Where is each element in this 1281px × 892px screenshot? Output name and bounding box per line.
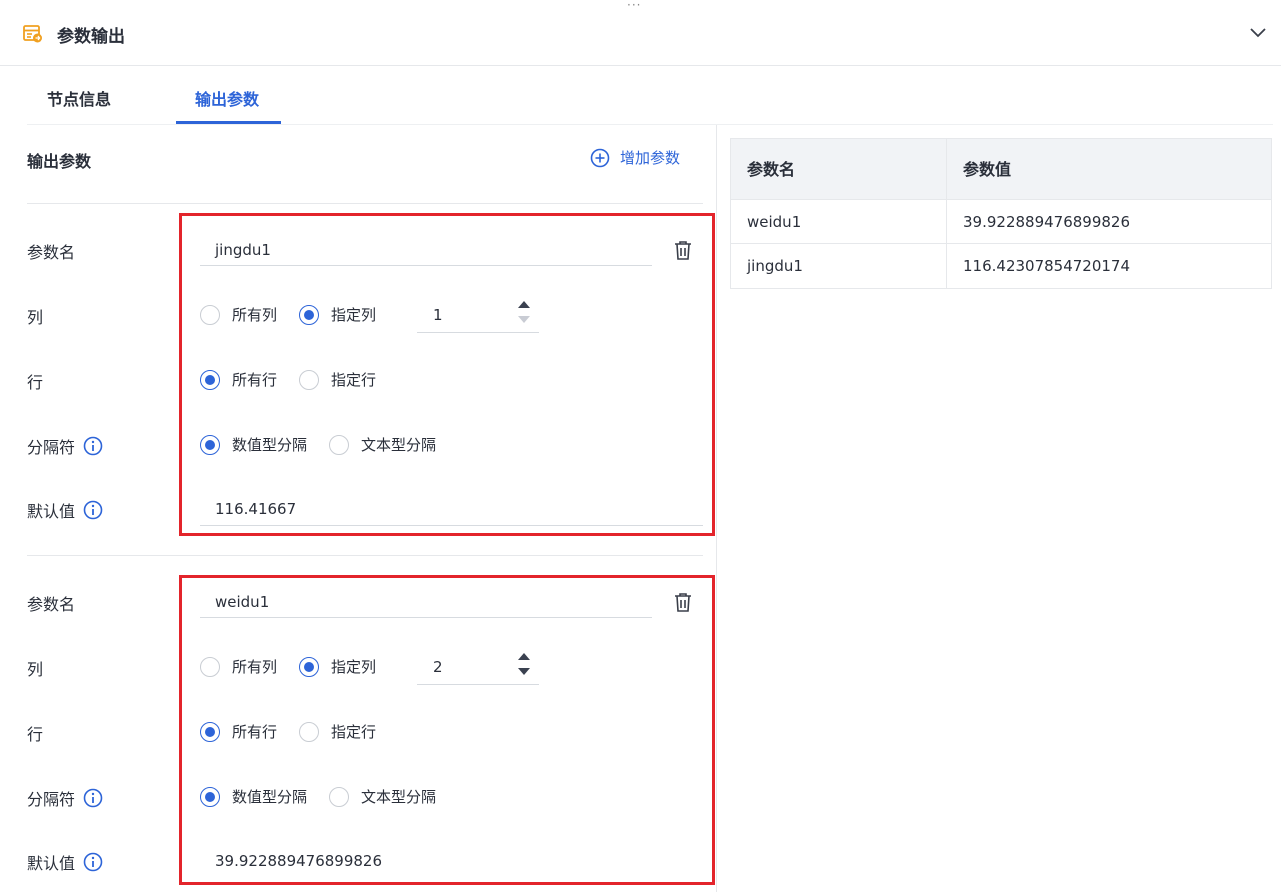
radio-circle-selected: [299, 304, 320, 325]
tab-bar: 节点信息 输出参数: [27, 66, 1273, 125]
param-name-label: 参数名: [27, 595, 76, 614]
param-name-label: 参数名: [27, 243, 76, 262]
default-label: 默认值: [27, 850, 103, 874]
output-preview-table: 参数名 参数值 weidu1 39.922889476899826 jingdu…: [730, 138, 1272, 289]
trash-icon[interactable]: [672, 239, 694, 261]
column-radio-group: 所有列 指定列: [200, 656, 398, 677]
radio-circle-selected: [200, 369, 220, 390]
column-number-stepper[interactable]: 1: [417, 299, 539, 333]
chevron-down-icon[interactable]: [1249, 25, 1267, 39]
param-name-input[interactable]: jingdu1: [200, 234, 652, 266]
stepper-up-icon[interactable]: [517, 651, 531, 661]
output-params-editor: 输出参数 增加参数 参数名 jingdu1 列 所有列 指定列 1 行 所有行 …: [0, 125, 717, 892]
radio-circle-selected: [200, 721, 220, 742]
radio-circle: [299, 721, 320, 742]
table-header: 参数名 参数值: [731, 139, 1271, 200]
table-cell: jingdu1: [731, 244, 947, 288]
stepper-down-icon[interactable]: [517, 667, 531, 677]
table-output-icon: [23, 25, 42, 43]
radio-circle: [200, 656, 220, 677]
table-cell: 116.42307854720174: [963, 257, 1131, 275]
table-cell: weidu1: [731, 200, 947, 243]
plus-circle-icon: [590, 148, 610, 167]
column-number-value: 1: [433, 306, 443, 324]
info-icon[interactable]: [83, 852, 103, 872]
separator-radio-group: 数值型分隔 文本型分隔: [200, 786, 458, 807]
row-radio-group: 所有行 指定行: [200, 369, 398, 390]
radio-circle: [200, 304, 220, 325]
radio-all-columns[interactable]: 所有列: [200, 304, 277, 325]
trash-icon[interactable]: [672, 591, 694, 613]
param-block-weidu1: 参数名 weidu1 列 所有列 指定列 2 行 所有行 指定行 分隔符 数值型…: [0, 567, 717, 892]
radio-numeric-separator[interactable]: 数值型分隔: [200, 434, 307, 455]
radio-text-separator[interactable]: 文本型分隔: [329, 434, 436, 455]
param-name-input[interactable]: weidu1: [200, 586, 652, 618]
info-icon[interactable]: [83, 500, 103, 520]
radio-specific-column[interactable]: 指定列: [299, 656, 376, 677]
row-label: 行: [27, 725, 44, 744]
tab-node-info[interactable]: 节点信息: [47, 86, 111, 110]
column-number-value: 2: [433, 658, 443, 676]
column-label: 列: [27, 660, 44, 679]
stepper-down-icon[interactable]: [517, 315, 531, 325]
panel-title: 参数输出: [57, 27, 125, 47]
param-block-jingdu1: 参数名 jingdu1 列 所有列 指定列 1 行 所有行 指定行 分隔符 数值…: [0, 215, 717, 545]
table-cell: 39.922889476899826: [963, 213, 1131, 231]
radio-numeric-separator[interactable]: 数值型分隔: [200, 786, 307, 807]
separator-radio-group: 数值型分隔 文本型分隔: [200, 434, 458, 455]
default-value-input[interactable]: 116.41667: [200, 492, 703, 526]
radio-circle-selected: [299, 656, 320, 677]
table-row: jingdu1 116.42307854720174: [731, 244, 1271, 288]
table-row: weidu1 39.922889476899826: [731, 200, 1271, 244]
radio-all-rows[interactable]: 所有行: [200, 369, 277, 390]
info-icon[interactable]: [83, 788, 103, 808]
row-radio-group: 所有行 指定行: [200, 721, 398, 742]
radio-circle-selected: [200, 434, 220, 455]
active-tab-indicator: [176, 121, 281, 124]
add-param-button[interactable]: 增加参数: [590, 147, 680, 168]
radio-text-separator[interactable]: 文本型分隔: [329, 786, 436, 807]
radio-circle-selected: [200, 786, 220, 807]
radio-specific-row[interactable]: 指定行: [299, 721, 376, 742]
column-number-stepper[interactable]: 2: [417, 651, 539, 685]
default-label: 默认值: [27, 498, 103, 522]
default-value-input[interactable]: 39.922889476899826: [200, 844, 703, 878]
radio-circle: [299, 369, 320, 390]
stepper-up-icon[interactable]: [517, 299, 531, 309]
add-param-label: 增加参数: [620, 149, 681, 167]
table-header-cell: 参数值: [963, 160, 1012, 179]
radio-circle: [329, 434, 350, 455]
column-radio-group: 所有列 指定列: [200, 304, 398, 325]
separator-label: 分隔符: [27, 434, 103, 458]
radio-all-rows[interactable]: 所有行: [200, 721, 277, 742]
radio-all-columns[interactable]: 所有列: [200, 656, 277, 677]
page: 参数输出 ··· 节点信息 输出参数 输出参数 增加参数 参数名 jingdu1: [0, 0, 1281, 892]
info-icon[interactable]: [83, 436, 103, 456]
divider: [27, 203, 703, 204]
divider: [27, 555, 703, 556]
table-header-cell: 参数名: [731, 139, 947, 199]
radio-circle: [329, 786, 350, 807]
section-title: 输出参数: [27, 152, 92, 171]
row-label: 行: [27, 373, 44, 392]
tab-output-params[interactable]: 输出参数: [195, 86, 259, 110]
separator-label: 分隔符: [27, 786, 103, 810]
column-label: 列: [27, 308, 44, 327]
radio-specific-row[interactable]: 指定行: [299, 369, 376, 390]
radio-specific-column[interactable]: 指定列: [299, 304, 376, 325]
drag-handle-dots[interactable]: ···: [627, 0, 641, 11]
